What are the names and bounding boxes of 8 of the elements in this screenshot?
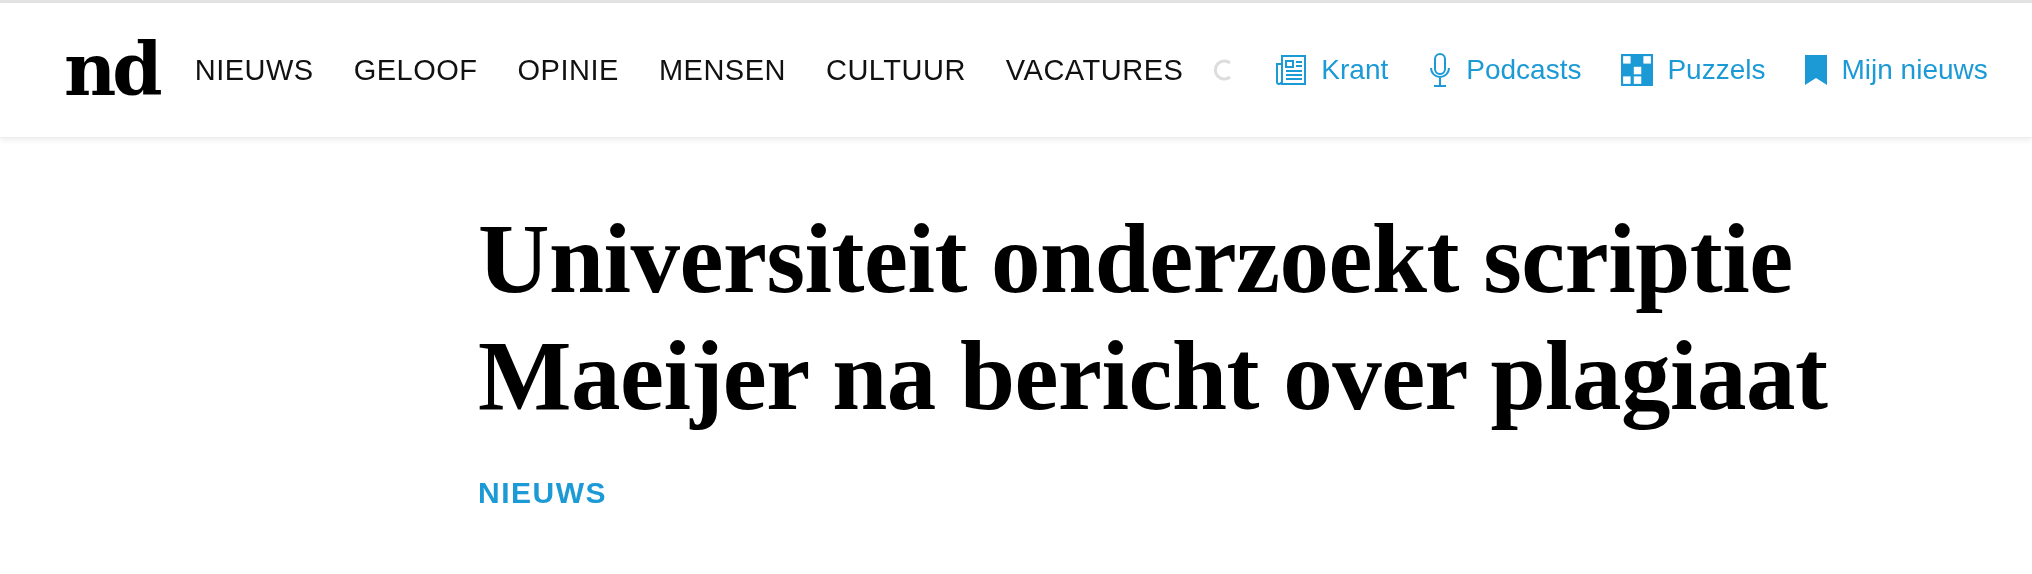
article-title: Universiteit onderzoekt scriptie Maeijer na bericht over plagiaat: [478, 203, 1829, 432]
nav-link[interactable]: VACATURES: [1005, 53, 1184, 87]
nav-link[interactable]: NIEUWS: [194, 53, 314, 87]
nav-link[interactable]: MENSEN: [658, 53, 786, 87]
nav-link[interactable]: GELOOF: [353, 53, 478, 87]
logo[interactable]: nd: [64, 34, 159, 106]
nav-link[interactable]: OPINIE: [517, 53, 619, 87]
nav-link[interactable]: CULTUUR: [825, 53, 966, 87]
